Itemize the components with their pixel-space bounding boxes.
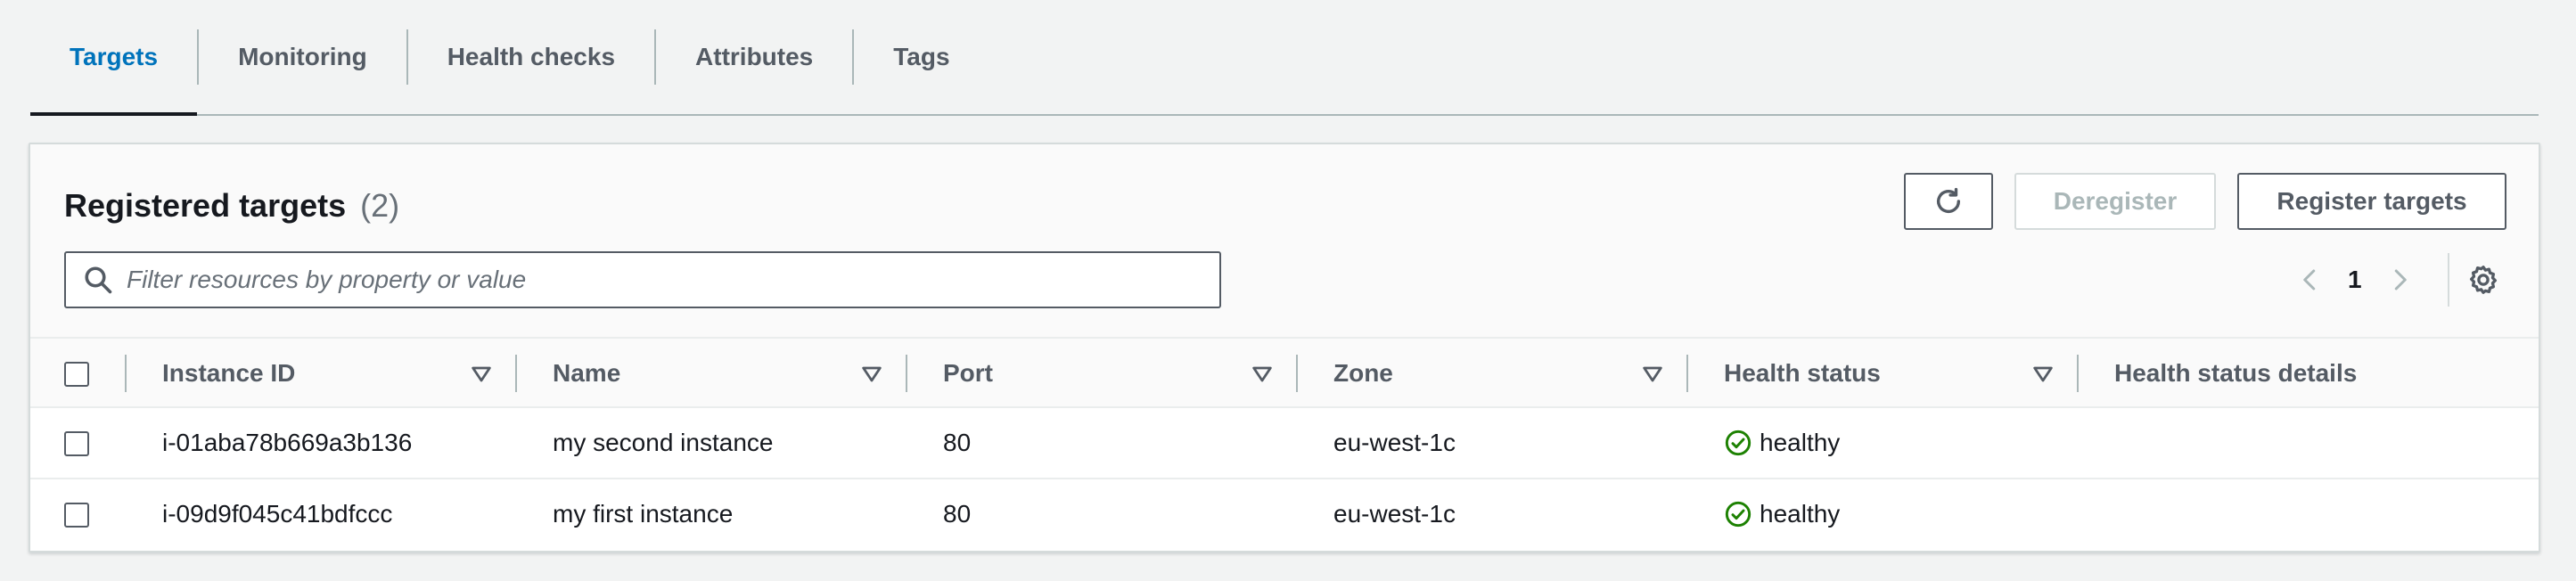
pager-divider [2448,253,2449,307]
column-header-zone[interactable]: Zone [1333,339,1393,408]
next-page-button[interactable] [2383,264,2416,296]
filter-input[interactable] [127,253,1219,307]
instance-name: my second instance [553,429,774,456]
instance-id-link[interactable]: i-09d9f045c41bdfccc [162,479,392,549]
tab-attributes[interactable]: Attributes [656,0,852,114]
target-count: (2) [360,187,400,224]
sort-down-icon[interactable] [859,362,884,387]
column-header-health-status[interactable]: Health status [1724,339,1881,408]
registered-targets-panel: Registered targets (2) Deregister Regist… [29,143,2540,552]
column-header-port[interactable]: Port [943,339,993,408]
pagination: 1 [2294,251,2416,308]
panel-title: Registered targets (2) [64,187,399,225]
table-row: i-01aba78b669a3b136 my second instance 8… [30,408,2539,479]
sort-down-icon[interactable] [469,362,494,387]
column-divider[interactable] [515,355,517,392]
table-row: i-09d9f045c41bdfccc my first instance 80… [30,479,2539,551]
check-circle-icon [1725,501,1752,528]
column-divider[interactable] [1686,355,1688,392]
chevron-left-icon [2303,269,2316,290]
port-value: 80 [943,500,972,528]
deregister-button[interactable]: Deregister [2014,173,2216,230]
settings-gear-icon[interactable] [2467,264,2499,296]
row-checkbox[interactable] [64,503,89,528]
zone-value: eu-west-1c [1333,500,1456,528]
column-header-instance-id[interactable]: Instance ID [162,339,295,408]
tab-targets[interactable]: Targets [30,0,198,116]
sort-down-icon[interactable] [2030,362,2055,387]
tab-bar: Targets Monitoring Health checks Attribu… [30,0,2539,116]
column-divider[interactable] [2077,355,2079,392]
search-icon [85,266,112,294]
tab-monitoring[interactable]: Monitoring [199,0,406,114]
column-divider[interactable] [1296,355,1298,392]
sort-down-icon[interactable] [1640,362,1665,387]
sort-down-icon[interactable] [1250,362,1275,387]
health-status-text: healthy [1760,500,1841,528]
health-status: healthy [1724,408,1840,478]
check-circle-icon [1725,430,1752,456]
refresh-button[interactable] [1904,173,1993,230]
tab-health-checks[interactable]: Health checks [408,0,654,114]
port-value: 80 [943,429,972,456]
refresh-icon [1936,187,1961,213]
column-header-name[interactable]: Name [553,339,620,408]
health-status: healthy [1724,479,1840,549]
panel-title-text: Registered targets [64,187,347,224]
health-status-text: healthy [1760,429,1841,456]
chevron-right-icon [2394,269,2407,290]
column-header-health-status-details[interactable]: Health status details [2114,339,2357,408]
table-header: Instance ID Name Port Zone Health status… [30,337,2539,408]
previous-page-button[interactable] [2294,264,2326,296]
filter-search [64,251,1221,308]
column-divider [125,355,127,392]
select-all-checkbox[interactable] [64,362,89,387]
register-targets-button[interactable]: Register targets [2237,173,2506,230]
column-divider[interactable] [906,355,907,392]
current-page[interactable]: 1 [2348,266,2362,294]
zone-value: eu-west-1c [1333,429,1456,456]
row-checkbox[interactable] [64,431,89,456]
tab-tags[interactable]: Tags [854,0,989,114]
instance-id-link[interactable]: i-01aba78b669a3b136 [162,408,412,478]
instance-name: my first instance [553,500,734,528]
